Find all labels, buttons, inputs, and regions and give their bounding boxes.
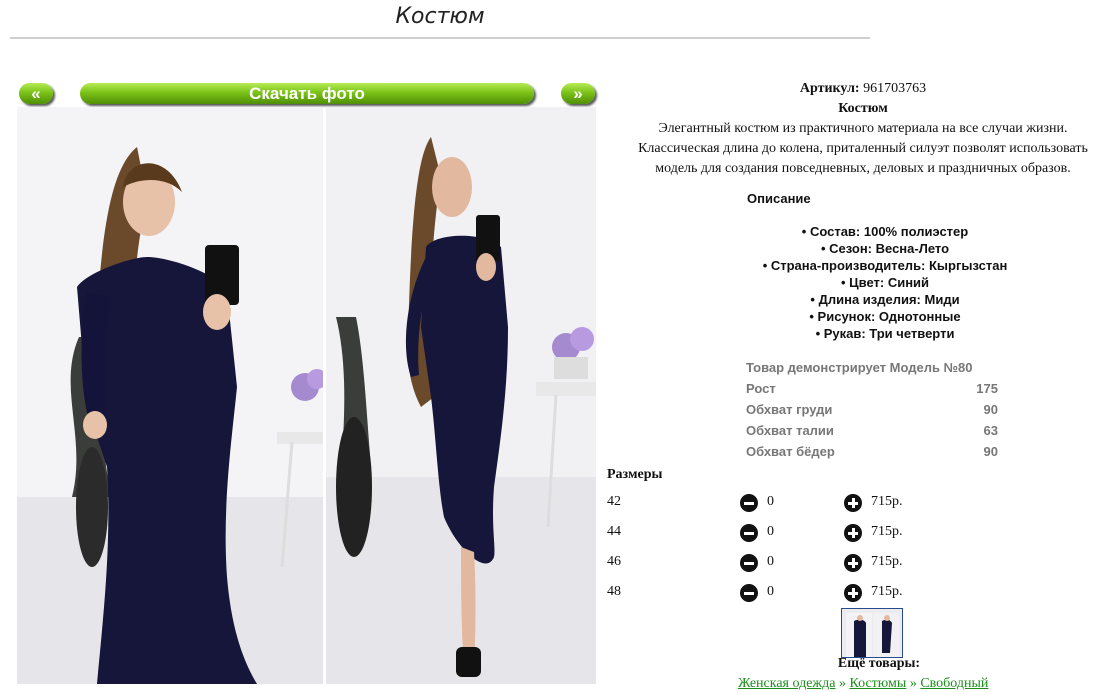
model-label: Рост [746, 381, 776, 396]
product-photo-front[interactable] [17, 107, 323, 684]
model-measurements: Товар демонстрирует Модель №80 Рост 175 О… [746, 358, 998, 463]
product-photo-side[interactable] [326, 107, 596, 684]
model-label: Обхват талии [746, 423, 834, 438]
model-value: 175 [976, 381, 998, 396]
model-label: Товар демонстрирует Модель №80 [746, 360, 973, 375]
property-item: • Страна-производитель: Кыргызстан [762, 258, 1008, 273]
model-row: Рост 175 [746, 379, 998, 400]
article-line: Артикул: 961703763 [607, 79, 1119, 99]
property-item: • Рисунок: Однотонные [809, 309, 961, 324]
size-row: 48 0 715р. [607, 582, 927, 602]
model-row: Обхват бёдер 90 [746, 442, 998, 463]
sizes-heading: Размеры [607, 467, 663, 482]
download-photo-button[interactable]: Скачать фото [80, 83, 534, 104]
minus-circle-icon[interactable] [740, 494, 758, 512]
model-row: Обхват талии 63 [746, 421, 998, 442]
size-number: 44 [607, 524, 621, 539]
prev-photo-button[interactable]: « [19, 83, 53, 104]
plus-circle-icon[interactable] [844, 524, 862, 542]
property-item: • Длина изделия: Миди [810, 292, 960, 307]
plus-circle-icon[interactable] [844, 554, 862, 572]
page-title: Костюм [395, 4, 485, 29]
model-label: Обхват груди [746, 402, 833, 417]
size-row: 42 0 715р. [607, 492, 927, 512]
size-quantity: 0 [767, 584, 774, 599]
minus-circle-icon[interactable] [740, 554, 758, 572]
size-price: 715р. [871, 524, 903, 539]
more-products-heading: Ещё товары: [837, 656, 921, 671]
property-item: • Сезон: Весна-Лето [820, 241, 950, 256]
description-line: Элегантный костюм из практичного материа… [658, 121, 1068, 136]
minus-circle-icon[interactable] [740, 524, 758, 542]
property-item: • Цвет: Синий [840, 275, 930, 290]
size-price: 715р. [871, 584, 903, 599]
model-row: Обхват груди 90 [746, 400, 998, 421]
size-quantity: 0 [767, 554, 774, 569]
plus-circle-icon[interactable] [844, 584, 862, 602]
size-quantity: 0 [767, 494, 774, 509]
article-value: 961703763 [863, 81, 927, 96]
property-list: • Состав: 100% полиэстер • Сезон: Весна-… [740, 223, 1030, 342]
size-number: 46 [607, 554, 621, 569]
property-item: • Состав: 100% полиэстер [801, 224, 969, 239]
plus-circle-icon[interactable] [844, 494, 862, 512]
category-breadcrumb: Женская одежда » Костюмы » Свободный [738, 676, 988, 692]
minus-circle-icon[interactable] [740, 584, 758, 602]
size-price: 715р. [871, 494, 903, 509]
photo-thumbnail[interactable] [841, 608, 903, 658]
description-line: Классическая длина до колена, приталенны… [638, 141, 1088, 156]
model-label: Обхват бёдер [746, 444, 835, 459]
description-line: модель для создания повседневных, деловы… [655, 161, 1071, 176]
model-value: 90 [983, 444, 998, 459]
size-price: 715р. [871, 554, 903, 569]
model-row: Товар демонстрирует Модель №80 [746, 358, 998, 379]
product-description: Элегантный костюм из практичного материа… [607, 119, 1119, 179]
model-value: 90 [983, 402, 998, 417]
size-number: 42 [607, 494, 621, 509]
article-label: Артикул: [799, 81, 860, 96]
property-item: • Рукав: Три четверти [815, 326, 955, 341]
size-number: 48 [607, 584, 621, 599]
model-value: 63 [983, 423, 998, 438]
product-name: Костюм [838, 101, 888, 116]
size-row: 44 0 715р. [607, 522, 927, 542]
description-heading: Описание [747, 191, 811, 206]
size-row: 46 0 715р. [607, 552, 927, 572]
size-quantity: 0 [767, 524, 774, 539]
title-divider [10, 37, 870, 39]
next-photo-button[interactable]: » [561, 83, 595, 104]
